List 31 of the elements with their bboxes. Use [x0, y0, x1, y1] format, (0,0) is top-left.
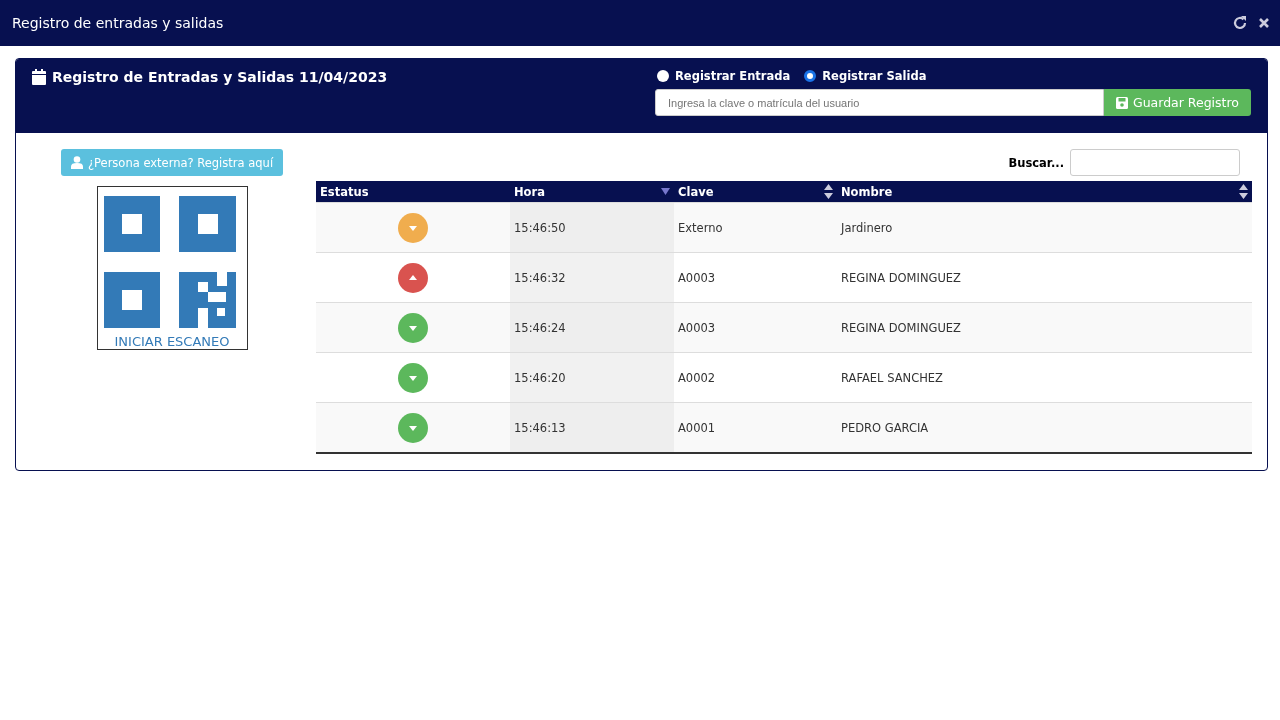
table-cell: RAFAEL SANCHEZ — [841, 370, 943, 385]
person-icon — [70, 156, 83, 169]
table-cell: A0002 — [678, 370, 716, 385]
radio-option[interactable]: Registrar Salida — [804, 69, 927, 83]
table-cell: A0003 — [678, 270, 716, 285]
search-field[interactable] — [1070, 149, 1240, 176]
window-title: Registro de entradas y salidas — [12, 15, 224, 31]
table-cell: 15:46:20 — [514, 370, 566, 385]
table-cell: Externo — [678, 220, 723, 235]
panel-title: Registro de Entradas y Salidas 11/04/2023 — [52, 69, 388, 85]
table-cell: REGINA DOMINGUEZ — [841, 270, 961, 285]
table-cell: Jardinero — [841, 220, 893, 235]
user-key-field[interactable]: Ingresa la clave o matrícula del usuario — [655, 89, 1104, 116]
table-cell: 15:46:13 — [514, 420, 566, 435]
table-cell: 15:46:32 — [514, 270, 566, 285]
calendar-icon — [32, 69, 46, 85]
table-cell: REGINA DOMINGUEZ — [841, 320, 961, 335]
table-cell: PEDRO GARCIA — [841, 420, 929, 435]
table-cell: A0001 — [678, 420, 716, 435]
table-cell: 15:46:50 — [514, 220, 566, 235]
search-label: Buscar... — [1008, 155, 1064, 170]
refresh-icon[interactable] — [1232, 15, 1248, 31]
table-cell: A0003 — [678, 320, 716, 335]
radio-option[interactable]: Registrar Entrada — [657, 69, 791, 83]
column-header[interactable]: Hora — [510, 181, 674, 203]
column-header[interactable]: Estatus — [316, 181, 510, 203]
close-icon[interactable] — [1258, 17, 1270, 29]
column-header[interactable]: Clave — [674, 181, 837, 203]
scan-button[interactable]: INICIAR ESCANEO — [96, 186, 248, 350]
column-header[interactable]: Nombre — [837, 181, 1252, 203]
table-cell: 15:46:24 — [514, 320, 566, 335]
